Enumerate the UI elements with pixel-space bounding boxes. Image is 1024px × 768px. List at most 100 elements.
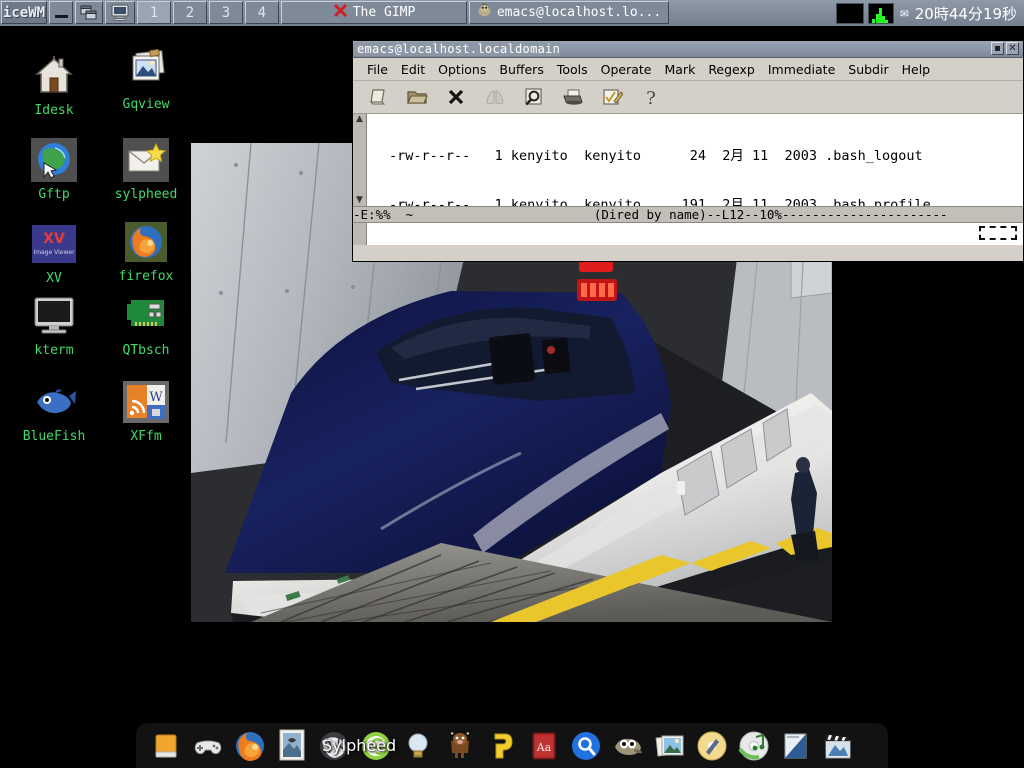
task-label-gimp: The GIMP [353, 5, 416, 20]
menu-tools[interactable]: Tools [557, 62, 588, 77]
desktop-icon-qtbsch[interactable]: QTbsch [98, 292, 194, 358]
workspace-button-2[interactable]: 2 [173, 1, 207, 24]
desktop-icon-firefox[interactable]: firefox [98, 218, 194, 284]
window-list-icon[interactable] [75, 1, 103, 24]
storage-drive-icon[interactable] [148, 728, 184, 764]
desktop-icon-label: QTbsch [98, 343, 194, 358]
icewm-menu-button[interactable]: iceWM [1, 1, 47, 24]
desktop-icon-gqview[interactable]: Gqview [98, 46, 194, 112]
home-house-icon [30, 52, 78, 100]
print-icon[interactable] [562, 86, 584, 108]
desktop-icon-kterm[interactable]: kterm [6, 292, 102, 358]
clock[interactable]: 20時44分19秒 [915, 3, 1020, 24]
task-button-emacs[interactable]: emacs@localhost.lo... [469, 1, 669, 24]
desktop-icon-label: sylpheed [98, 187, 194, 202]
xv-logo-icon: XV Image Viewer [30, 220, 78, 268]
desktop-icon-sylpheed[interactable]: sylpheed [98, 136, 194, 202]
yellow-ribbon-icon[interactable] [484, 728, 520, 764]
disc-burn-icon[interactable] [694, 728, 730, 764]
gamepad-icon[interactable] [190, 728, 226, 764]
desktop-icon-idesk[interactable]: Idesk [6, 52, 102, 118]
workspace-button-4[interactable]: 4 [245, 1, 279, 24]
show-desktop-icon[interactable] [105, 1, 135, 24]
menu-mark[interactable]: Mark [664, 62, 695, 77]
close-button[interactable]: ✕ [1006, 42, 1019, 55]
save-icon [484, 86, 506, 108]
music-cd-icon[interactable] [736, 728, 772, 764]
svg-text:XV: XV [43, 231, 65, 247]
write-file-icon[interactable] [601, 86, 623, 108]
desktop-icon-bluefish[interactable]: BlueFish [6, 378, 102, 444]
firefox-icon[interactable] [232, 728, 268, 764]
scroll-up-arrow[interactable]: ▲ [356, 114, 363, 125]
emacs-window[interactable]: emacs@localhost.localdomain ▪ ✕ File Edi… [352, 40, 1024, 262]
resize-grip[interactable] [979, 226, 1017, 240]
desktop-icon-label: XFfm [98, 429, 194, 444]
text-editor-icon[interactable] [778, 728, 814, 764]
gimp-wilber-icon[interactable] [610, 728, 646, 764]
menu-file[interactable]: File [367, 62, 388, 77]
search-icon[interactable] [523, 86, 545, 108]
desktop-icon-label: XV [6, 271, 102, 286]
desktop-icon-label: Gftp [6, 187, 102, 202]
firefox-icon [122, 218, 170, 266]
emacs-menubar: File Edit Options Buffers Tools Operate … [353, 58, 1023, 81]
mail-icon[interactable]: ✉ [898, 5, 910, 21]
dictionary-icon[interactable]: Aa [526, 728, 562, 764]
close-buffer-icon[interactable] [445, 86, 467, 108]
emacs-buffer-area: ▲ ▼ -rw-r--r-- 1 kenyito kenyito 24 2月 1… [353, 114, 1023, 206]
terminal-icon [30, 292, 78, 340]
sylpheed-stamp-icon[interactable] [274, 728, 310, 764]
svg-text:W: W [149, 390, 163, 405]
desktop-icon-xv[interactable]: XV Image Viewer XV [6, 220, 102, 286]
gnu-cow-icon[interactable] [442, 728, 478, 764]
menu-help[interactable]: Help [902, 62, 931, 77]
open-folder-icon[interactable] [406, 86, 428, 108]
lightbulb-icon[interactable] [400, 728, 436, 764]
cpu-monitor-applet[interactable] [836, 3, 864, 24]
desktop-icon-label: BlueFish [6, 429, 102, 444]
dired-row[interactable]: -rw-r--r-- 1 kenyito kenyito 24 2月 11 20… [367, 148, 1023, 164]
desktop-icon-gftp[interactable]: Gftp [6, 136, 102, 202]
scroll-down-arrow[interactable]: ▼ [356, 195, 363, 206]
svg-text:?: ? [646, 88, 656, 108]
search-magnifier-icon[interactable] [568, 728, 604, 764]
emacs-modeline: -E:%% ~ (Dired by name)--L12--10%-------… [353, 206, 1023, 223]
svg-text:Image Viewer: Image Viewer [33, 249, 75, 256]
menu-options[interactable]: Options [438, 62, 486, 77]
task-button-gimp[interactable]: The GIMP [281, 1, 467, 24]
hide-windows-button[interactable] [49, 1, 73, 24]
dired-listing[interactable]: -rw-r--r-- 1 kenyito kenyito 24 2月 11 20… [367, 114, 1023, 206]
photos-icon[interactable] [652, 728, 688, 764]
dired-row[interactable]: -rw-r--r-- 1 kenyito kenyito 191 2月 11 2… [367, 197, 1023, 206]
dired-filename[interactable]: .bash_logout [825, 148, 923, 164]
workspace-button-1[interactable]: 1 [137, 1, 171, 24]
bluefish-icon [30, 378, 78, 426]
workspace-button-3[interactable]: 3 [209, 1, 243, 24]
dired-row-metadata: -rw-r--r-- 1 kenyito kenyito 24 2月 11 20… [389, 148, 825, 164]
help-icon[interactable]: ? [640, 86, 662, 108]
xffm-icon: W [122, 378, 170, 426]
desktop-icon-label: firefox [98, 269, 194, 284]
menu-immediate[interactable]: Immediate [768, 62, 835, 77]
movie-clapper-icon[interactable] [820, 728, 856, 764]
menu-subdir[interactable]: Subdir [848, 62, 888, 77]
network-monitor-applet[interactable] [868, 3, 894, 24]
menu-buffers[interactable]: Buffers [499, 62, 543, 77]
new-file-icon[interactable] [367, 86, 389, 108]
maximize-button[interactable]: ▪ [991, 42, 1004, 55]
desktop-screen: iceWM 1 2 3 4 [0, 0, 1024, 768]
emacs-scrollbar[interactable]: ▲ ▼ [353, 114, 367, 206]
menu-edit[interactable]: Edit [401, 62, 425, 77]
emacs-minibuffer[interactable] [353, 223, 1023, 245]
dired-filename[interactable]: .bash_profile [825, 197, 931, 206]
emacs-titlebar[interactable]: emacs@localhost.localdomain ▪ ✕ [353, 41, 1023, 58]
desktop-icon-xffm[interactable]: W XFfm [98, 378, 194, 444]
menu-operate[interactable]: Operate [601, 62, 652, 77]
dock-tooltip: Sylpheed [322, 736, 396, 755]
windows-stack-icon [80, 5, 98, 21]
emacs-titlebar-buttons: ▪ ✕ [991, 42, 1021, 55]
monitor-icon [109, 4, 131, 22]
menu-regexp[interactable]: Regexp [708, 62, 755, 77]
task-label-emacs: emacs@localhost.lo... [497, 5, 661, 20]
